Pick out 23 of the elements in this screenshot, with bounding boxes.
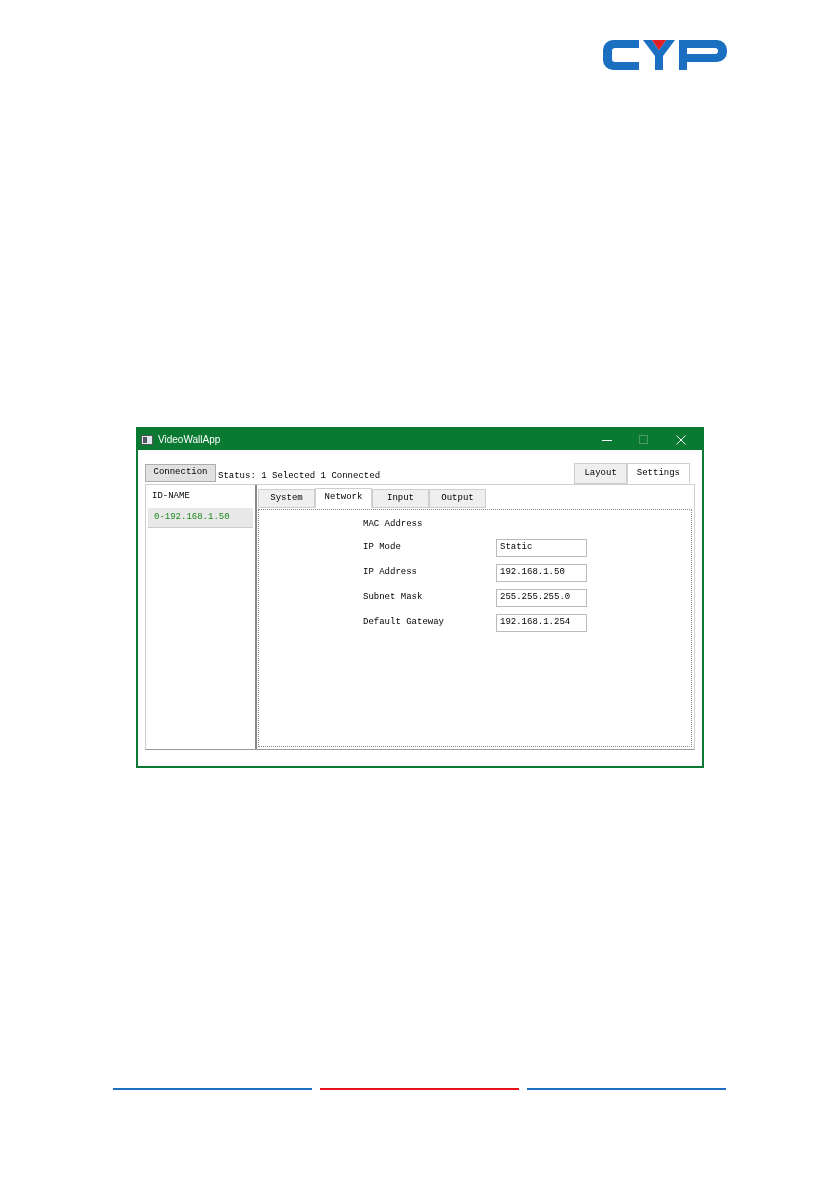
input-field[interactable]: 192.168.1.50: [496, 563, 587, 582]
section-tab[interactable]: Output: [429, 489, 486, 508]
field-label: MAC Address: [363, 517, 423, 531]
input-field[interactable]: 192.168.1.254: [496, 613, 587, 632]
field-label: Default Gateway: [363, 615, 445, 629]
logo-icon: [603, 40, 727, 70]
status-text: Status: 1 Selected 1 Connected: [218, 469, 381, 483]
section-tab[interactable]: Input: [372, 489, 429, 508]
input-field[interactable]: Static: [496, 538, 587, 557]
field-label: IP Address: [363, 565, 418, 579]
window-title: VideoWallApp: [158, 433, 221, 447]
app-icon: [141, 434, 153, 445]
section-tab[interactable]: System: [258, 489, 315, 508]
view-tab[interactable]: Settings: [626, 463, 690, 484]
field-label: IP Mode: [363, 540, 402, 554]
input-field[interactable]: 255.255.255.0: [496, 588, 587, 607]
close-icon[interactable]: [676, 434, 686, 445]
list-header: ID-NAME: [151, 490, 191, 503]
section-tab[interactable]: Network: [315, 488, 372, 508]
connection-button[interactable]: Connection: [145, 464, 216, 482]
view-tab[interactable]: Layout: [574, 463, 627, 484]
field-label: Subnet Mask: [363, 590, 424, 604]
device-item[interactable]: 0-192.168.1.50: [148, 507, 253, 528]
